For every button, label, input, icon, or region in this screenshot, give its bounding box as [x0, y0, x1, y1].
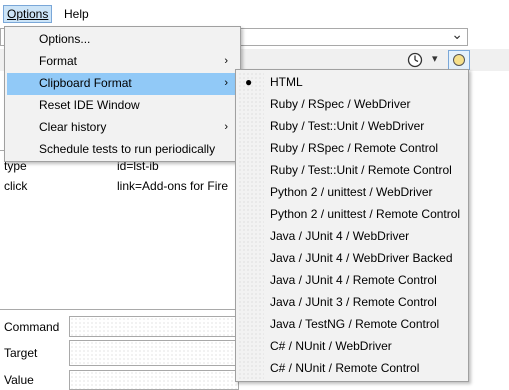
- clock-dropdown-arrow[interactable]: ▾: [432, 52, 438, 65]
- submenu-item-label: Java / TestNG / Remote Control: [270, 317, 440, 331]
- submenu-item[interactable]: Java / JUnit 4 / Remote Control: [238, 270, 466, 292]
- value-field[interactable]: [69, 370, 239, 390]
- menu-bar: Options Help: [0, 0, 509, 26]
- submenu-item-label: HTML: [270, 75, 303, 89]
- clipboard-format-submenu: ● HTML Ruby / RSpec / WebDriver Ruby / T…: [235, 69, 469, 382]
- row-target: link=Add-ons for Fire: [117, 179, 229, 193]
- submenu-item-label: Ruby / Test::Unit / Remote Control: [270, 163, 452, 177]
- submenu-item[interactable]: Python 2 / unittest / Remote Control: [238, 204, 466, 226]
- clock-icon[interactable]: [407, 52, 423, 68]
- submenu-item[interactable]: Java / JUnit 4 / WebDriver: [238, 226, 466, 248]
- options-menu: Options... Format › Clipboard Format › R…: [4, 26, 241, 162]
- chevron-right-icon: ›: [224, 121, 228, 133]
- submenu-item-label: Ruby / RSpec / WebDriver: [270, 97, 411, 111]
- menu-item-label: Schedule tests to run periodically: [39, 142, 216, 156]
- submenu-item[interactable]: Java / JUnit 4 / WebDriver Backed: [238, 248, 466, 270]
- submenu-item-label: Java / JUnit 3 / Remote Control: [270, 295, 437, 309]
- menu-options[interactable]: Options: [3, 5, 53, 23]
- submenu-item[interactable]: Java / TestNG / Remote Control: [238, 314, 466, 336]
- row-command: click: [4, 179, 28, 193]
- table-row[interactable]: click link=Add-ons for Fire: [4, 179, 244, 197]
- menu-item-label: Format: [39, 54, 78, 68]
- menu-item-label: Reset IDE Window: [39, 98, 140, 112]
- menu-item-clipboard-format[interactable]: Clipboard Format ›: [7, 73, 238, 95]
- submenu-item-label: Java / JUnit 4 / Remote Control: [270, 273, 437, 287]
- record-button[interactable]: [448, 50, 470, 70]
- test-table: type id=lst-ib click link=Add-ons for Fi…: [0, 150, 240, 310]
- submenu-item-label: C# / NUnit / WebDriver: [270, 339, 392, 353]
- selected-bullet-icon: ●: [245, 75, 253, 89]
- menu-item-label: Clipboard Format: [39, 76, 132, 90]
- submenu-item[interactable]: Ruby / RSpec / WebDriver: [238, 94, 466, 116]
- submenu-item[interactable]: C# / NUnit / WebDriver: [238, 336, 466, 358]
- submenu-item[interactable]: Ruby / Test::Unit / WebDriver: [238, 116, 466, 138]
- submenu-item[interactable]: C# / NUnit / Remote Control: [238, 358, 466, 380]
- submenu-item[interactable]: Python 2 / unittest / WebDriver: [238, 182, 466, 204]
- command-label: Command: [4, 320, 60, 334]
- submenu-item-html[interactable]: ● HTML: [238, 72, 466, 94]
- menu-item-label: Options...: [39, 32, 91, 46]
- base-url-dropdown-arrow[interactable]: ⌄: [451, 26, 463, 43]
- menu-help-label: Help: [64, 7, 89, 21]
- command-field[interactable]: [69, 316, 239, 337]
- submenu-item-label: Python 2 / unittest / WebDriver: [270, 185, 433, 199]
- value-label: Value: [4, 373, 34, 387]
- menu-item-format[interactable]: Format ›: [7, 51, 238, 73]
- menu-item-options[interactable]: Options...: [7, 29, 238, 51]
- submenu-item-label: Ruby / Test::Unit / WebDriver: [270, 119, 425, 133]
- submenu-item-label: C# / NUnit / Remote Control: [270, 361, 420, 375]
- submenu-item-label: Ruby / RSpec / Remote Control: [270, 141, 439, 155]
- menu-help[interactable]: Help: [60, 5, 93, 23]
- submenu-item[interactable]: Ruby / RSpec / Remote Control: [238, 138, 466, 160]
- menu-item-clear-history[interactable]: Clear history ›: [7, 117, 238, 139]
- chevron-right-icon: ›: [224, 55, 228, 67]
- target-field[interactable]: [69, 340, 239, 366]
- submenu-item[interactable]: Ruby / Test::Unit / Remote Control: [238, 160, 466, 182]
- submenu-item-label: Java / JUnit 4 / WebDriver Backed: [270, 251, 453, 265]
- menu-options-label: Options: [7, 7, 49, 21]
- menu-item-reset-ide-window[interactable]: Reset IDE Window: [7, 95, 238, 117]
- menu-item-label: Clear history: [39, 120, 107, 134]
- chevron-right-icon: ›: [224, 77, 228, 89]
- submenu-item-label: Java / JUnit 4 / WebDriver: [270, 229, 410, 243]
- target-label: Target: [4, 346, 38, 360]
- record-icon: [453, 54, 465, 66]
- menu-item-schedule-tests[interactable]: Schedule tests to run periodically: [7, 139, 238, 161]
- submenu-item-label: Python 2 / unittest / Remote Control: [270, 207, 461, 221]
- submenu-item[interactable]: Java / JUnit 3 / Remote Control: [238, 292, 466, 314]
